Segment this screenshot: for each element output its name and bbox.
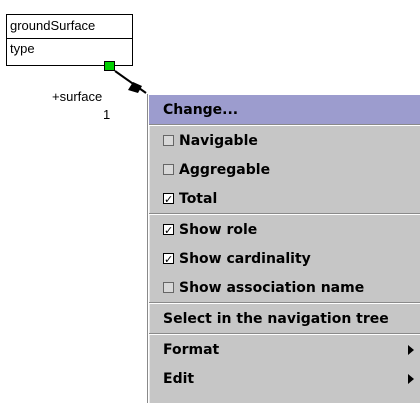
class-name[interactable]: groundSurface [7, 15, 132, 39]
menu-item-select-in-the-navigation-tree[interactable]: Select in the navigation tree [149, 304, 420, 333]
menu-item-change[interactable]: Change... [149, 95, 420, 124]
submenu-arrow-icon [408, 374, 414, 384]
menu-item-show-association-name[interactable]: Show association name [149, 273, 420, 302]
menu-item-label: Show association name [179, 279, 365, 296]
menu-item-label: Change... [163, 101, 239, 118]
selection-handle[interactable] [104, 61, 115, 71]
role-label[interactable]: +surface [52, 89, 102, 105]
checkbox-icon[interactable] [163, 135, 174, 146]
multiplicity-label[interactable]: 1 [103, 107, 110, 123]
menu-item-navigable[interactable]: Navigable [149, 126, 420, 155]
menu-item-label: Format [163, 341, 220, 358]
submenu-arrow-icon [408, 345, 414, 355]
checkbox-icon[interactable]: ✓ [163, 193, 174, 205]
menu-item-label: Show role [179, 221, 258, 238]
menu-item-label: Navigable [179, 132, 258, 149]
menu-item-label: Show cardinality [179, 250, 311, 267]
menu-item-aggregable[interactable]: Aggregable [149, 155, 420, 184]
menu-item-edit[interactable]: Edit [149, 364, 420, 393]
menu-item-show-cardinality[interactable]: ✓ Show cardinality [149, 244, 420, 273]
checkbox-icon[interactable] [163, 282, 174, 293]
menu-item-total[interactable]: ✓ Total [149, 184, 420, 213]
class-attribute[interactable]: type [7, 39, 132, 57]
menu-item-label: Aggregable [179, 161, 271, 178]
uml-class-box[interactable]: groundSurface type [6, 14, 133, 66]
menu-item-format[interactable]: Format [149, 335, 420, 364]
menu-item-label: Total [179, 190, 218, 207]
menu-item-label: Edit [163, 370, 195, 387]
menu-item-show-role[interactable]: ✓ Show role [149, 215, 420, 244]
checkbox-icon[interactable]: ✓ [163, 224, 174, 236]
checkbox-icon[interactable]: ✓ [163, 253, 174, 265]
context-menu: Change... Navigable Aggregable ✓ Total ✓ Show … [148, 94, 420, 403]
checkbox-icon[interactable] [163, 164, 174, 175]
menu-item-label: Select in the navigation tree [163, 310, 389, 327]
